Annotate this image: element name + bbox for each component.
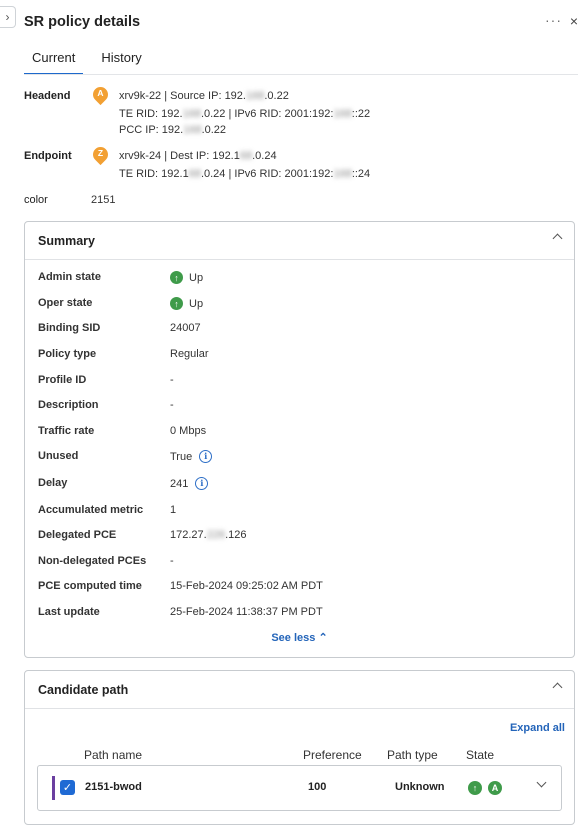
see-less-link[interactable]: See less ⌃	[25, 631, 574, 644]
headend-pin-letter: A	[97, 88, 104, 98]
expand-all-link[interactable]: Expand all	[510, 722, 565, 734]
page-title: SR policy details	[24, 14, 141, 30]
candidate-path-row[interactable]: ✓ 2151-bwod 100 Unknown ↑ A	[37, 765, 562, 811]
headend-rid-line: TE RID: 192.168.0.22 | IPv6 RID: 2001:19…	[119, 108, 371, 120]
summary-row-oper-state: Oper state ↑ Up	[38, 297, 204, 310]
endpoint-device-line: xrv9k-24 | Dest IP: 192.168.0.24	[119, 150, 277, 162]
summary-row-delay: Delay 241 i	[38, 477, 564, 495]
headend-pin-icon: A	[89, 83, 112, 106]
tab-bar: Current History	[24, 48, 160, 75]
candidate-path-header[interactable]: Candidate path	[25, 671, 574, 709]
state-cell: ↑ A	[468, 781, 508, 795]
arrow-up-icon: ↑	[170, 297, 183, 310]
column-path-name[interactable]: Path name	[84, 748, 142, 762]
color-value: 2151	[91, 194, 116, 206]
summary-row-traffic-rate: Traffic rate 0 Mbps	[38, 425, 207, 437]
headend-device-line: xrv9k-22 | Source IP: 192.168.0.22	[119, 90, 289, 102]
candidate-path-title: Candidate path	[38, 682, 129, 697]
chevron-right-icon: ›	[5, 10, 10, 24]
endpoint-pin-letter: Z	[97, 148, 104, 158]
close-icon[interactable]: ×	[570, 13, 578, 29]
summary-row-admin-state: Admin state ↑ Up	[38, 271, 204, 284]
info-icon[interactable]: i	[195, 477, 209, 490]
summary-title: Summary	[38, 233, 95, 248]
chevron-down-icon[interactable]	[536, 777, 547, 788]
state-active-badge: A	[488, 781, 502, 795]
chevron-up-icon[interactable]	[552, 233, 563, 244]
summary-row-description: Description -	[38, 399, 174, 411]
info-icon[interactable]: i	[199, 450, 213, 463]
column-path-type[interactable]: Path type	[387, 748, 438, 762]
chevron-up-icon[interactable]	[552, 682, 563, 693]
path-color-bar	[52, 776, 55, 800]
endpoint-pin-icon: Z	[89, 143, 112, 166]
headend-label: Headend	[24, 90, 71, 102]
state-up-icon: ↑	[468, 781, 482, 795]
summary-row-policy-type: Policy type Regular	[38, 348, 209, 360]
more-options-icon[interactable]: ···	[545, 12, 562, 28]
summary-row-binding-sid: Binding SID 24007	[38, 322, 201, 334]
collapse-panel-button[interactable]: ›	[0, 6, 16, 28]
summary-row-profile-id: Profile ID -	[38, 374, 174, 386]
endpoint-label: Endpoint	[24, 150, 72, 162]
color-label: color	[24, 194, 48, 206]
tab-divider	[24, 74, 578, 75]
summary-header[interactable]: Summary	[25, 222, 574, 260]
column-state[interactable]: State	[466, 748, 494, 762]
tab-current[interactable]: Current	[24, 48, 84, 75]
summary-row-unused: Unused True i	[38, 450, 564, 468]
endpoint-rid-line: TE RID: 192.168.0.24 | IPv6 RID: 2001:19…	[119, 168, 371, 180]
candidate-path-panel: Candidate path Expand all Path name Pref…	[24, 670, 575, 825]
summary-row-accumulated-metric: Accumulated metric 1	[38, 504, 177, 516]
path-type-cell: Unknown	[395, 781, 445, 793]
arrow-up-icon: ↑	[170, 271, 183, 284]
path-name-cell: 2151-bwod	[85, 781, 142, 793]
summary-row-non-delegated-pces: Non-delegated PCEs -	[38, 555, 174, 567]
row-checkbox[interactable]: ✓	[60, 780, 75, 795]
summary-row-pce-computed-time: PCE computed time 15-Feb-2024 09:25:02 AM…	[38, 580, 323, 592]
chevron-up-small-icon: ⌃	[318, 632, 328, 644]
summary-row-delegated-pce: Delegated PCE 172.27. 226.126	[38, 529, 247, 541]
summary-row-last-update: Last update 25-Feb-2024 11:38:37 PM PDT	[38, 606, 323, 618]
preference-cell: 100	[308, 781, 327, 793]
summary-panel: Summary Admin state ↑ Up Oper state ↑ Up B…	[24, 221, 575, 658]
headend-pcc-line: PCC IP: 192.168.0.22	[119, 124, 227, 136]
column-preference[interactable]: Preference	[303, 748, 362, 762]
tab-history[interactable]: History	[93, 48, 149, 75]
